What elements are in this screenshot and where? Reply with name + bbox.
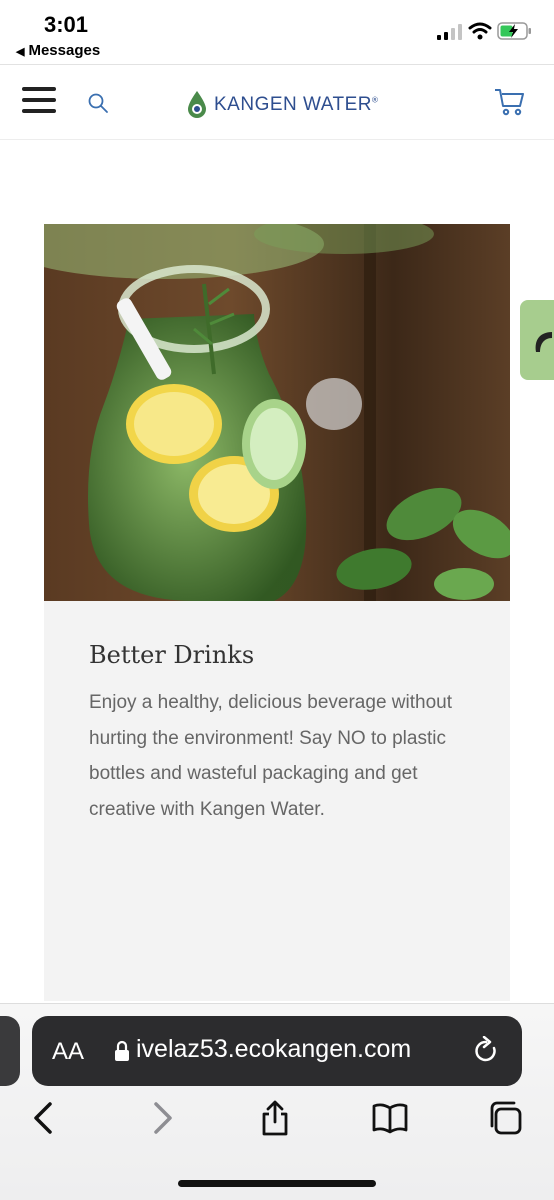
hamburger-icon[interactable] — [22, 87, 56, 115]
water-drop-logo-icon — [188, 91, 206, 118]
wifi-icon — [468, 22, 492, 40]
lock-icon — [115, 1040, 129, 1061]
book-icon[interactable] — [372, 1100, 408, 1136]
back-triangle-icon: ◀ — [16, 46, 25, 58]
registered-mark: ® — [372, 95, 379, 105]
home-indicator[interactable] — [178, 1180, 376, 1187]
kangen-logo[interactable]: KANGEN WATER® — [186, 89, 378, 121]
back-app-label: Messages — [28, 42, 101, 59]
status-bar: 3:01 ◀ Messages — [0, 0, 554, 64]
search-icon[interactable] — [86, 91, 110, 115]
site-header: KANGEN WATER® — [0, 64, 554, 140]
better-drinks-card: Better Drinks Enjoy a healthy, delicious… — [44, 601, 510, 1001]
cellular-signal-icon — [437, 24, 462, 40]
text-size-button[interactable]: AA — [52, 1038, 84, 1066]
back-to-messages-link[interactable]: ◀ Messages — [16, 42, 100, 59]
url-text: ivelaz53.ecokangen.com — [136, 1035, 412, 1063]
address-bar[interactable]: AA ivelaz53.ecokangen.com — [32, 1016, 522, 1086]
logo-text: KANGEN WATER® — [214, 94, 379, 115]
reload-icon[interactable] — [472, 1036, 500, 1066]
card-description: Enjoy a healthy, delicious beverage with… — [89, 692, 452, 820]
card-title: Better Drinks — [89, 641, 255, 669]
safari-bottom-bar: AA ivelaz53.ecokangen.com — [0, 1003, 554, 1200]
curved-arrow-icon — [535, 332, 552, 352]
previous-tab-pill[interactable] — [0, 1016, 20, 1086]
cart-icon[interactable] — [494, 87, 526, 117]
status-time: 3:01 — [44, 12, 89, 37]
side-feedback-tab[interactable] — [520, 300, 554, 380]
better-drinks-image — [44, 224, 510, 601]
chevron-left-icon[interactable] — [26, 1100, 62, 1136]
battery-charging-icon — [497, 22, 531, 40]
chevron-right-icon[interactable] — [144, 1100, 180, 1136]
tabs-icon[interactable] — [488, 1100, 524, 1136]
share-icon[interactable] — [257, 1100, 293, 1136]
